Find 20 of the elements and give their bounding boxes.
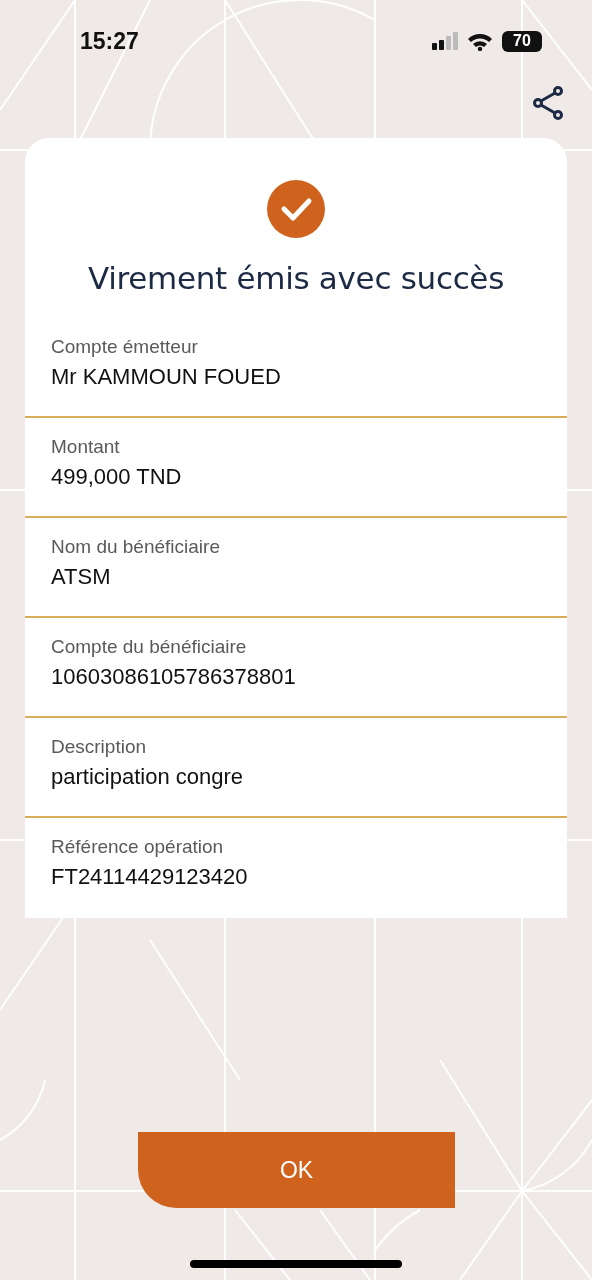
detail-label: Compte émetteur	[51, 336, 199, 358]
detail-label: Description	[51, 736, 148, 758]
signal-icon	[432, 32, 458, 50]
detail-label: Montant	[51, 436, 121, 458]
detail-label: Compte du bénéficiaire	[51, 636, 248, 658]
detail-value: Mr KAMMOUN FOUED	[51, 364, 282, 390]
status-time: 15:27	[80, 27, 139, 55]
success-title: Virement émis avec succès	[87, 260, 505, 296]
detail-value: 10603086105786378801	[51, 664, 297, 690]
wifi-icon	[467, 31, 493, 51]
detail-value: FT24114429123420	[51, 864, 249, 890]
detail-value: participation congre	[51, 764, 244, 790]
detail-label: Référence opération	[51, 836, 225, 858]
battery-indicator: 70	[502, 30, 542, 52]
detail-value: ATSM	[51, 564, 112, 590]
check-icon	[267, 180, 325, 238]
ok-button[interactable]: OK	[138, 1132, 455, 1208]
detail-value: 499,000 TND	[51, 464, 183, 490]
detail-label: Nom du bénéficiaire	[51, 536, 221, 558]
share-icon[interactable]	[532, 86, 564, 120]
